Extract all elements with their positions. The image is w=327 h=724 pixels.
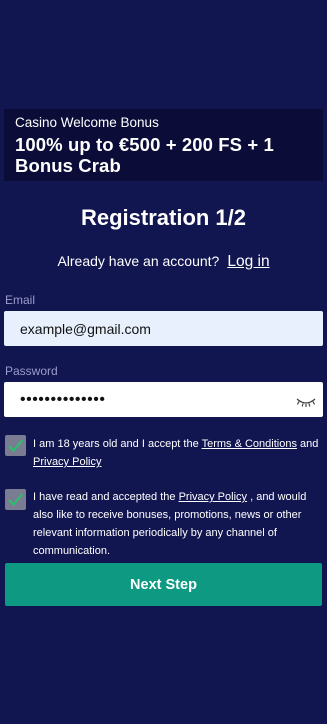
bonus-banner: Casino Welcome Bonus 100% up to €500 + 2… xyxy=(4,109,323,181)
marketing-consent-text: I have read and accepted the Privacy Pol… xyxy=(33,488,321,560)
page-title: Registration 1/2 xyxy=(80,205,247,230)
eye-closed-icon[interactable] xyxy=(295,395,317,407)
email-field[interactable] xyxy=(4,311,323,346)
password-label: Password xyxy=(5,364,58,378)
checkmark-icon xyxy=(8,493,24,506)
login-prompt-row: Already have an account? Log in xyxy=(0,253,327,271)
password-field[interactable] xyxy=(4,382,323,417)
email-label: Email xyxy=(5,293,36,307)
age-terms-checkbox[interactable] xyxy=(5,435,26,456)
bonus-title: 100% up to €500 + 200 FS + 1 Bonus Crab xyxy=(15,134,274,176)
age-terms-text: I am 18 years old and I accept the Terms… xyxy=(33,435,321,471)
login-link[interactable]: Log in xyxy=(227,253,269,270)
checkmark-icon xyxy=(8,439,24,452)
marketing-consent-checkbox[interactable] xyxy=(5,489,26,510)
terms-conditions-link[interactable]: Terms & Conditions xyxy=(202,438,297,450)
consent-1-text-before: I am 18 years old and I accept the xyxy=(33,438,202,450)
login-prompt-text: Already have an account? xyxy=(57,253,220,269)
consent-1-text-middle: and xyxy=(296,438,319,450)
next-step-button[interactable]: Next Step xyxy=(5,563,322,606)
privacy-policy-link-2[interactable]: Privacy Policy xyxy=(179,491,247,503)
consent-2-text-before: I have read and accepted the xyxy=(33,491,179,503)
privacy-policy-link[interactable]: Privacy Policy xyxy=(33,456,101,468)
bonus-subtitle: Casino Welcome Bonus xyxy=(15,115,159,130)
